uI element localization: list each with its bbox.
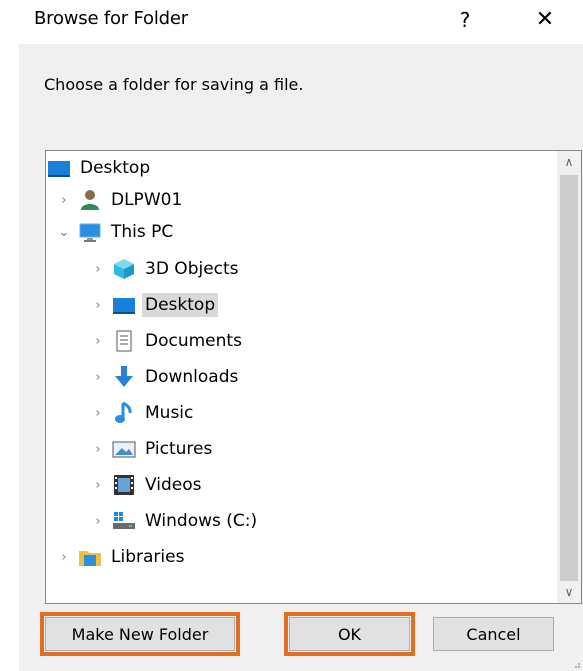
ok-button[interactable]: OK <box>284 612 415 656</box>
pc-icon <box>78 220 102 244</box>
pictures-icon <box>112 437 136 461</box>
tree-item-label: 3D Objects <box>145 259 239 279</box>
tree-item-label: DLPW01 <box>111 190 183 210</box>
drive-icon <box>112 509 136 533</box>
tree-item-label: This PC <box>111 222 174 242</box>
tree-item-label: Libraries <box>111 547 185 567</box>
chevron-right-icon[interactable]: › <box>54 542 74 572</box>
documents-icon <box>112 329 136 353</box>
chevron-right-icon[interactable]: › <box>88 470 108 500</box>
tree-item-libraries[interactable]: › Libraries <box>54 542 187 572</box>
tree-item-desktop-root[interactable]: Desktop <box>47 153 153 183</box>
chevron-right-icon[interactable]: › <box>88 326 108 356</box>
close-button[interactable]: ✕ <box>530 6 560 34</box>
downloads-icon <box>112 365 136 389</box>
tree-item-label: Desktop <box>80 158 151 178</box>
tree-item-documents[interactable]: › Documents <box>88 326 245 356</box>
dialog-body: Choose a folder for saving a file. Deskt… <box>19 44 583 671</box>
help-button[interactable]: ? <box>452 6 478 34</box>
chevron-right-icon[interactable]: › <box>88 362 108 392</box>
tree-item-this-pc[interactable]: ⌄ This PC <box>54 217 176 247</box>
3d-objects-icon <box>112 257 136 281</box>
tree-item-label: Music <box>145 403 194 423</box>
tree-item-3d-objects[interactable]: › 3D Objects <box>88 254 242 284</box>
chevron-right-icon[interactable]: › <box>88 434 108 464</box>
folder-tree[interactable]: Desktop › DLPW01 ⌄ This PC › 3D Objects … <box>45 150 582 604</box>
tree-item-dlpw01[interactable]: › DLPW01 <box>54 185 185 215</box>
tree-item-downloads[interactable]: › Downloads <box>88 362 241 392</box>
resize-grip-icon[interactable] <box>571 659 581 669</box>
tree-item-pictures[interactable]: › Pictures <box>88 434 215 464</box>
make-new-folder-button[interactable]: Make New Folder <box>40 612 240 656</box>
tree-item-label: Videos <box>145 475 202 495</box>
desktop-icon <box>47 156 71 180</box>
tree-item-videos[interactable]: › Videos <box>88 470 205 500</box>
dialog-title: Browse for Folder <box>34 8 188 29</box>
chevron-down-icon[interactable]: ⌄ <box>54 217 74 247</box>
tree-item-music[interactable]: › Music <box>88 398 196 428</box>
tree-item-label: Pictures <box>145 439 213 459</box>
title-bar: Browse for Folder ? ✕ <box>0 0 583 44</box>
instruction-text: Choose a folder for saving a file. <box>44 75 304 94</box>
chevron-right-icon[interactable]: › <box>88 398 108 428</box>
tree-item-label: Windows (C:) <box>145 511 258 531</box>
browse-for-folder-dialog: Browse for Folder ? ✕ Choose a folder fo… <box>0 0 583 671</box>
chevron-right-icon[interactable]: › <box>88 506 108 536</box>
cancel-button[interactable]: Cancel <box>433 617 554 651</box>
vertical-scrollbar[interactable]: ∧ ∨ <box>557 151 581 603</box>
chevron-right-icon[interactable]: › <box>88 290 108 320</box>
tree-item-label: Downloads <box>145 367 239 387</box>
videos-icon <box>112 473 136 497</box>
tree-item-label: Documents <box>145 331 242 351</box>
music-icon <box>112 401 136 425</box>
chevron-right-icon[interactable]: › <box>54 185 74 215</box>
scroll-down-arrow-icon[interactable]: ∨ <box>557 581 581 603</box>
desktop-icon <box>112 293 136 317</box>
tree-item-windows-c[interactable]: › Windows (C:) <box>88 506 260 536</box>
libraries-icon <box>78 545 102 569</box>
tree-item-label: Desktop <box>142 293 219 317</box>
chevron-right-icon[interactable]: › <box>88 254 108 284</box>
tree-item-desktop[interactable]: › Desktop <box>88 290 219 320</box>
user-icon <box>78 188 102 212</box>
scroll-up-arrow-icon[interactable]: ∧ <box>557 151 581 173</box>
scroll-thumb[interactable] <box>560 175 578 581</box>
